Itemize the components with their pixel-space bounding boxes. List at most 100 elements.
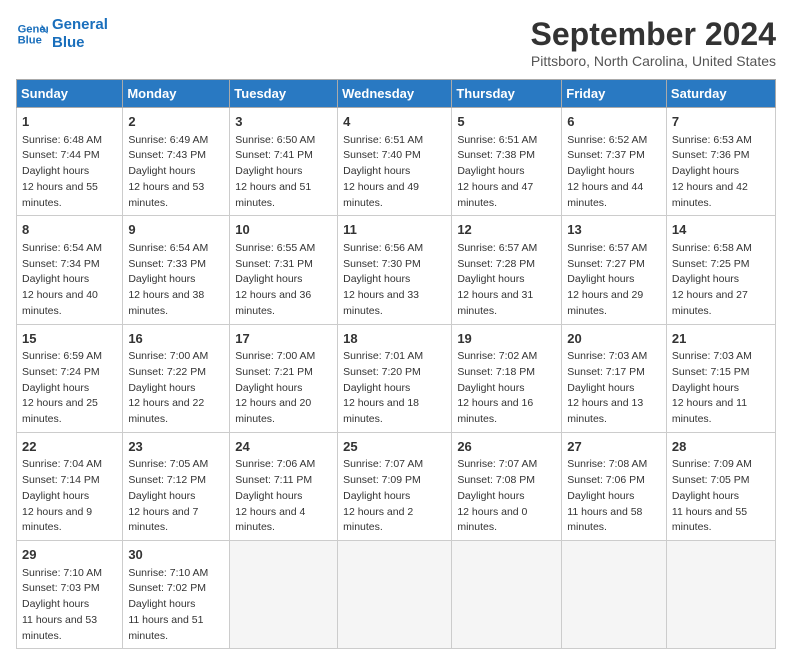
daylight-label: Daylight hours: [22, 490, 89, 502]
daylight-label: Daylight hours: [343, 382, 410, 394]
daylight-label: Daylight hours: [672, 273, 739, 285]
day-header-tuesday: Tuesday: [230, 80, 338, 108]
location-subtitle: Pittsboro, North Carolina, United States: [531, 53, 776, 69]
daylight-hours: 12 hours and 4 minutes.: [235, 506, 305, 534]
sunrise: Sunrise: 7:10 AM: [128, 567, 208, 579]
sunrise: Sunrise: 6:56 AM: [343, 242, 423, 254]
calendar-cell: 4Sunrise: 6:51 AMSunset: 7:40 PMDaylight…: [338, 108, 452, 216]
calendar-cell: [452, 541, 562, 649]
day-number: 16: [128, 329, 224, 349]
day-number: 2: [128, 112, 224, 132]
day-number: 17: [235, 329, 332, 349]
daylight-label: Daylight hours: [235, 273, 302, 285]
day-number: 9: [128, 220, 224, 240]
calendar-cell: 14Sunrise: 6:58 AMSunset: 7:25 PMDayligh…: [666, 216, 775, 324]
calendar-cell: 23Sunrise: 7:05 AMSunset: 7:12 PMDayligh…: [123, 432, 230, 540]
day-number: 11: [343, 220, 446, 240]
week-row-1: 1Sunrise: 6:48 AMSunset: 7:44 PMDaylight…: [17, 108, 776, 216]
sunrise: Sunrise: 7:03 AM: [672, 350, 752, 362]
daylight-hours: 12 hours and 51 minutes.: [235, 181, 311, 209]
calendar-cell: 15Sunrise: 6:59 AMSunset: 7:24 PMDayligh…: [17, 324, 123, 432]
week-row-5: 29Sunrise: 7:10 AMSunset: 7:03 PMDayligh…: [17, 541, 776, 649]
daylight-hours: 12 hours and 16 minutes.: [457, 397, 533, 425]
daylight-label: Daylight hours: [343, 165, 410, 177]
day-header-saturday: Saturday: [666, 80, 775, 108]
sunset: Sunset: 7:27 PM: [567, 258, 645, 270]
sunrise: Sunrise: 6:53 AM: [672, 134, 752, 146]
sunset: Sunset: 7:37 PM: [567, 149, 645, 161]
day-number: 29: [22, 545, 117, 565]
day-number: 1: [22, 112, 117, 132]
day-number: 8: [22, 220, 117, 240]
week-row-2: 8Sunrise: 6:54 AMSunset: 7:34 PMDaylight…: [17, 216, 776, 324]
day-header-friday: Friday: [562, 80, 667, 108]
daylight-hours: 12 hours and 42 minutes.: [672, 181, 748, 209]
daylight-label: Daylight hours: [457, 490, 524, 502]
sunrise: Sunrise: 7:04 AM: [22, 458, 102, 470]
daylight-hours: 12 hours and 44 minutes.: [567, 181, 643, 209]
week-row-4: 22Sunrise: 7:04 AMSunset: 7:14 PMDayligh…: [17, 432, 776, 540]
calendar-cell: 7Sunrise: 6:53 AMSunset: 7:36 PMDaylight…: [666, 108, 775, 216]
sunrise: Sunrise: 6:55 AM: [235, 242, 315, 254]
calendar-cell: 5Sunrise: 6:51 AMSunset: 7:38 PMDaylight…: [452, 108, 562, 216]
day-number: 27: [567, 437, 661, 457]
sunrise: Sunrise: 7:01 AM: [343, 350, 423, 362]
calendar-cell: 16Sunrise: 7:00 AM Sunset: 7:22 PM Dayligh…: [123, 324, 230, 432]
day-number: 7: [672, 112, 770, 132]
day-header-sunday: Sunday: [17, 80, 123, 108]
daylight-label: Daylight hours: [567, 165, 634, 177]
daylight-hours: 12 hours and 25 minutes.: [22, 397, 98, 425]
day-number: 6: [567, 112, 661, 132]
sunset: Sunset: 7:22 PM: [128, 366, 206, 378]
calendar-cell: 11Sunrise: 6:56 AMSunset: 7:30 PMDayligh…: [338, 216, 452, 324]
sunset: Sunset: 7:09 PM: [343, 474, 421, 486]
day-number: 23: [128, 437, 224, 457]
calendar-cell: 18Sunrise: 7:01 AM Sunset: 7:20 PM Dayligh…: [338, 324, 452, 432]
day-header-wednesday: Wednesday: [338, 80, 452, 108]
daylight-hours: 12 hours and 27 minutes.: [672, 289, 748, 317]
calendar-cell: 26Sunrise: 7:07 AMSunset: 7:08 PMDayligh…: [452, 432, 562, 540]
daylight-hours: 12 hours and 9 minutes.: [22, 506, 92, 534]
day-number: 15: [22, 329, 117, 349]
daylight-label: Daylight hours: [128, 490, 195, 502]
sunrise: Sunrise: 7:06 AM: [235, 458, 315, 470]
daylight-label: Daylight hours: [343, 490, 410, 502]
daylight-label: Daylight hours: [128, 382, 195, 394]
title-area: September 2024 Pittsboro, North Carolina…: [531, 16, 776, 69]
day-number: 22: [22, 437, 117, 457]
day-number: 18: [343, 329, 446, 349]
sunrise: Sunrise: 6:54 AM: [128, 242, 208, 254]
sunrise: Sunrise: 6:48 AM: [22, 134, 102, 146]
calendar-cell: 2Sunrise: 6:49 AMSunset: 7:43 PMDaylight…: [123, 108, 230, 216]
day-header-thursday: Thursday: [452, 80, 562, 108]
svg-text:Blue: Blue: [18, 35, 42, 47]
calendar-cell: 13Sunrise: 6:57 AMSunset: 7:27 PMDayligh…: [562, 216, 667, 324]
sunrise: Sunrise: 7:08 AM: [567, 458, 647, 470]
sunrise: Sunrise: 7:00 AM: [128, 350, 208, 362]
calendar-cell: 28Sunrise: 7:09 AMSunset: 7:05 PMDayligh…: [666, 432, 775, 540]
sunset: Sunset: 7:25 PM: [672, 258, 750, 270]
daylight-hours: 12 hours and 7 minutes.: [128, 506, 198, 534]
sunset: Sunset: 7:21 PM: [235, 366, 313, 378]
calendar-cell: 25Sunrise: 7:07 AMSunset: 7:09 PMDayligh…: [338, 432, 452, 540]
daylight-hours: 11 hours and 51 minutes.: [128, 614, 203, 642]
daylight-label: Daylight hours: [567, 273, 634, 285]
sunset: Sunset: 7:18 PM: [457, 366, 535, 378]
sunset: Sunset: 7:08 PM: [457, 474, 535, 486]
daylight-label: Daylight hours: [22, 165, 89, 177]
sunrise: Sunrise: 6:49 AM: [128, 134, 208, 146]
sunset: Sunset: 7:24 PM: [22, 366, 100, 378]
day-number: 12: [457, 220, 556, 240]
day-number: 24: [235, 437, 332, 457]
calendar-cell: 20Sunrise: 7:03 AMSunset: 7:17 PMDayligh…: [562, 324, 667, 432]
calendar-cell: 21Sunrise: 7:03 AMSunset: 7:15 PMDayligh…: [666, 324, 775, 432]
sunrise: Sunrise: 6:59 AM: [22, 350, 102, 362]
logo-icon: General Blue: [16, 18, 48, 50]
calendar-cell: [230, 541, 338, 649]
daylight-label: Daylight hours: [567, 382, 634, 394]
sunset: Sunset: 7:20 PM: [343, 366, 421, 378]
day-number: 5: [457, 112, 556, 132]
sunset: Sunset: 7:43 PM: [128, 149, 206, 161]
sunrise: Sunrise: 6:54 AM: [22, 242, 102, 254]
calendar-cell: [562, 541, 667, 649]
